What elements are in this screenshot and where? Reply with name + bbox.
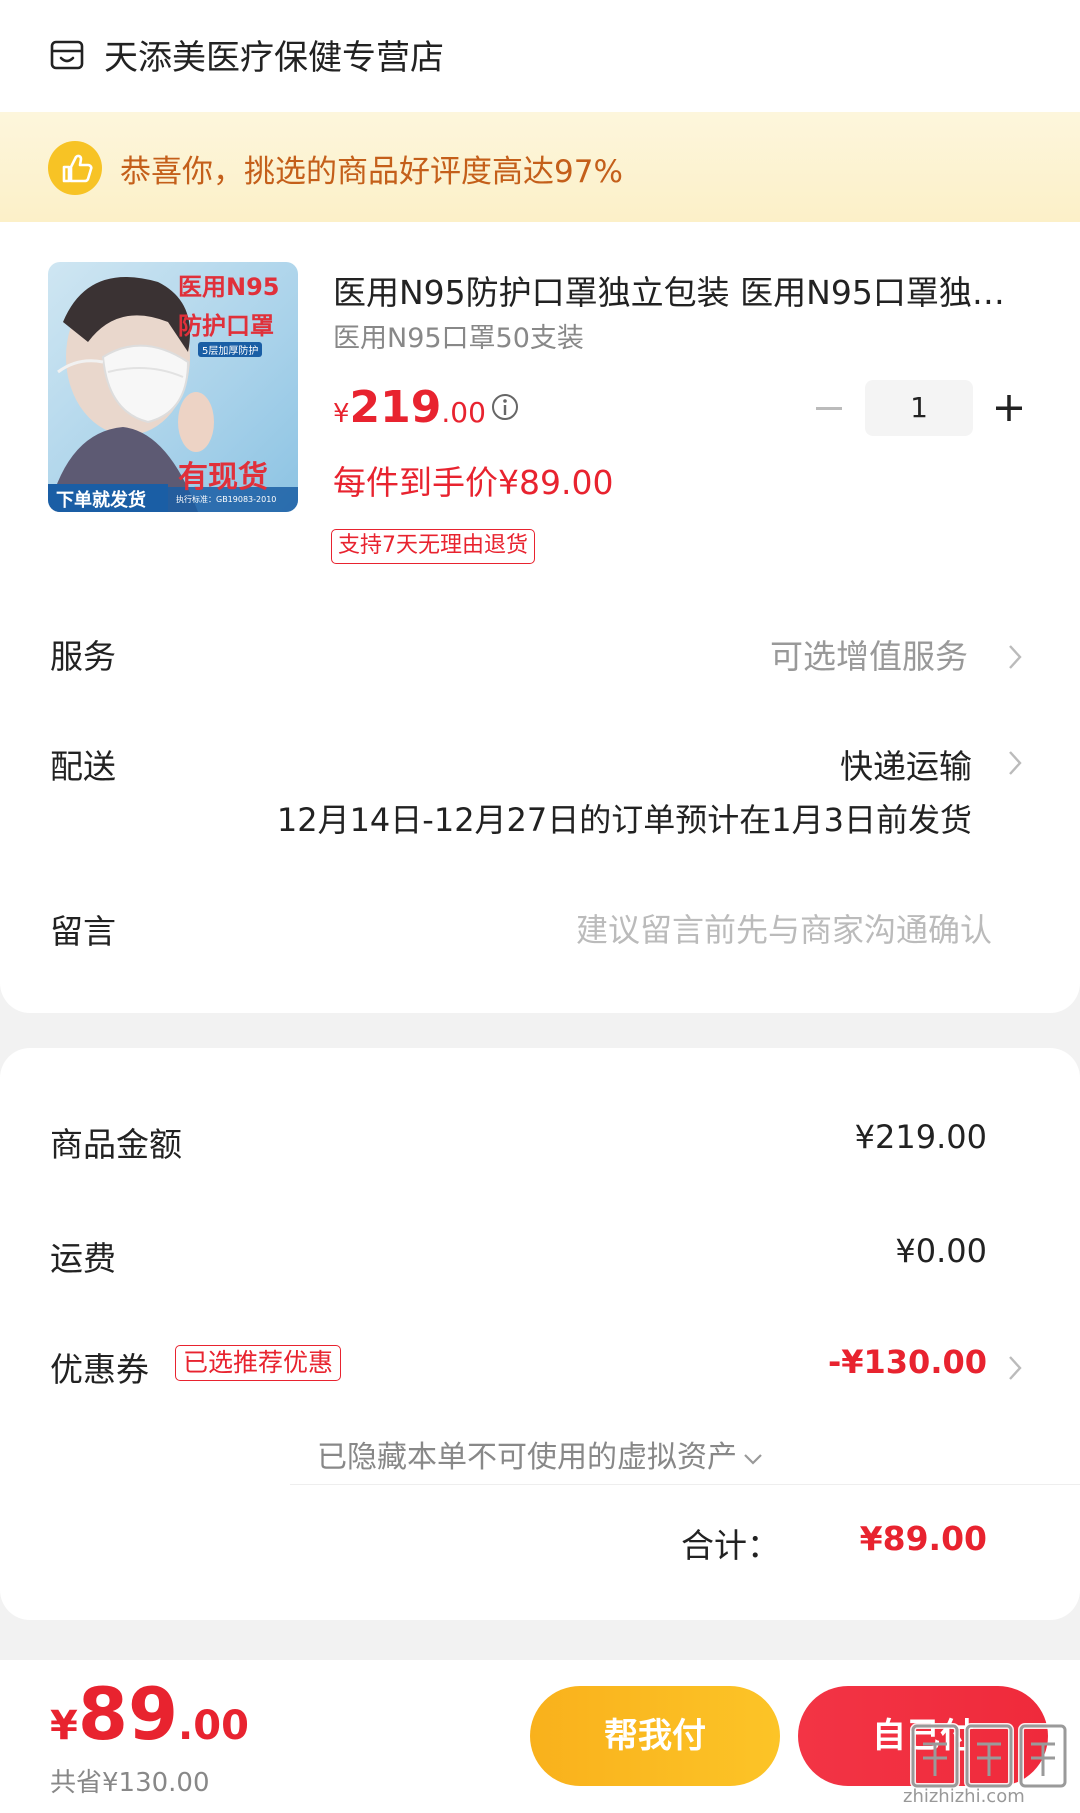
- amount-decimal: .00: [178, 1703, 249, 1749]
- store-icon: [50, 40, 84, 70]
- product-title[interactable]: 医用N95防护口罩独立包装 医用N95口罩独立包装N95口罩: [333, 266, 1033, 314]
- total-value: ¥89.00: [859, 1519, 987, 1558]
- goods-amount-label: 商品金额: [50, 1125, 182, 1164]
- quantity-input[interactable]: 1: [865, 380, 973, 436]
- image-text-ship: 下单就发货: [56, 490, 146, 511]
- chevron-right-icon[interactable]: [1007, 1354, 1023, 1382]
- image-text-mask: 防护口罩: [178, 312, 274, 340]
- banner-text: 恭喜你，挑选的商品好评度高达97%: [120, 154, 623, 190]
- chevron-down-icon: [744, 1453, 762, 1465]
- chevron-right-icon[interactable]: [1007, 643, 1023, 671]
- shipping-fee-value: ¥0.00: [895, 1232, 987, 1270]
- delivery-value[interactable]: 快递运输: [840, 740, 972, 788]
- product-image[interactable]: 医用N95 防护口罩 5层加厚防护 有现货 下单就发货 执行标准：GB19083…: [48, 262, 298, 512]
- price-currency: ¥: [333, 399, 350, 429]
- per-item-price: 每件到手价¥89.00: [333, 463, 614, 502]
- hidden-assets-text: 已隐藏本单不可使用的虚拟资产: [317, 1440, 737, 1475]
- image-text-n95: 医用N95: [178, 273, 280, 301]
- thumbs-up-icon: [48, 141, 102, 195]
- coupon-value[interactable]: -¥130.00: [828, 1343, 987, 1381]
- coupon-label: 优惠券: [50, 1350, 149, 1389]
- image-text-stock: 有现货: [178, 460, 268, 495]
- price-integer: 219: [349, 382, 442, 433]
- hidden-assets-toggle[interactable]: 已隐藏本单不可使用的虚拟资产: [0, 1432, 1080, 1476]
- goods-amount-value: ¥219.00: [854, 1118, 987, 1156]
- note-input[interactable]: 建议留言前先与商家沟通确认: [576, 905, 992, 951]
- product-price: ¥219.00: [333, 382, 486, 433]
- price-decimal: .00: [441, 396, 486, 429]
- total-label: 合计：: [681, 1526, 780, 1565]
- amount-currency: ¥: [50, 1703, 78, 1749]
- delivery-label: 配送: [50, 747, 116, 786]
- watermark-text: zhizhizhi.com: [903, 1786, 1025, 1807]
- image-text-standard: 执行标准：GB19083-2010: [176, 495, 277, 504]
- note-label: 留言: [50, 912, 116, 951]
- saved-amount: 共省¥130.00: [50, 1768, 210, 1798]
- image-text-layers: 5层加厚防护: [198, 342, 263, 357]
- praise-banner: 恭喜你，挑选的商品好评度高达97%: [0, 112, 1080, 222]
- service-label: 服务: [50, 637, 116, 676]
- product-spec[interactable]: 医用N95口罩50支装: [333, 316, 584, 355]
- shipping-fee-label: 运费: [50, 1239, 116, 1278]
- service-value[interactable]: 可选增值服务: [770, 630, 968, 678]
- divider: [290, 1484, 1080, 1485]
- info-icon[interactable]: [490, 392, 520, 422]
- payable-amount: ¥89.00: [50, 1672, 249, 1756]
- return-policy-badge: 支持7天无理由退货: [331, 529, 535, 564]
- help-me-pay-button[interactable]: 帮我付: [530, 1686, 780, 1786]
- store-name[interactable]: 天添美医疗保健专营店: [104, 30, 444, 79]
- minus-icon[interactable]: [813, 392, 845, 424]
- delivery-estimate: 12月14日-12月27日的订单预计在1月3日前发货: [276, 801, 972, 839]
- chevron-right-icon[interactable]: [1007, 749, 1023, 777]
- coupon-selected-badge: 已选推荐优惠: [175, 1345, 342, 1381]
- amount-integer: 89: [77, 1672, 179, 1756]
- plus-icon[interactable]: [993, 392, 1025, 424]
